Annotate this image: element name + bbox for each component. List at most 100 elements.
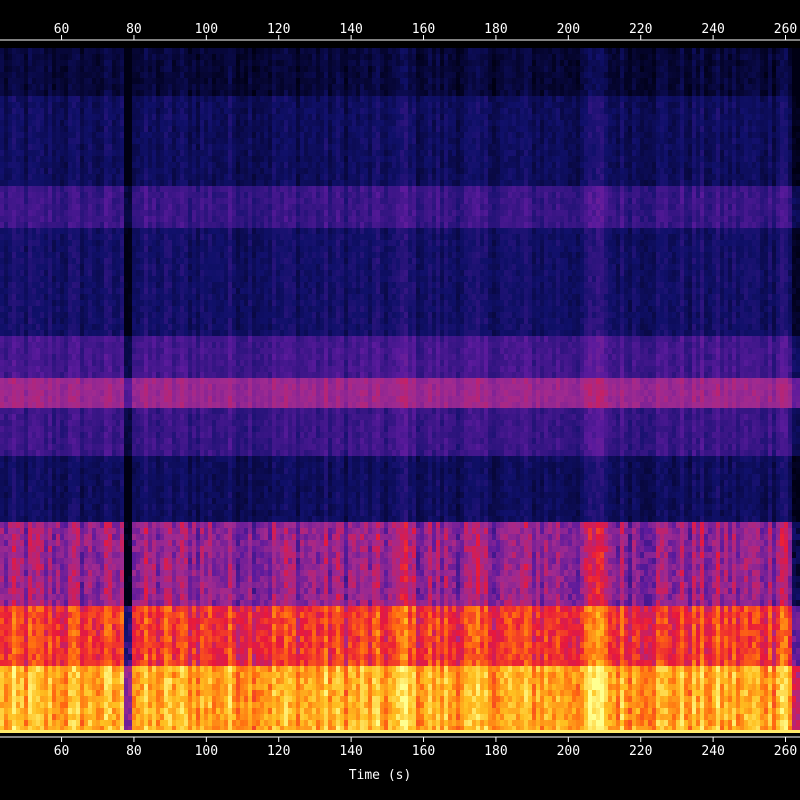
heatmap-cell bbox=[172, 150, 177, 157]
heatmap-cell bbox=[756, 186, 761, 193]
heatmap-cell bbox=[204, 162, 209, 169]
heatmap-cell bbox=[548, 120, 553, 127]
heatmap-cell bbox=[20, 186, 25, 193]
heatmap-cell bbox=[152, 54, 157, 61]
heatmap-cell bbox=[592, 84, 597, 91]
heatmap-cell bbox=[88, 54, 93, 61]
heatmap-cell bbox=[272, 48, 277, 55]
heatmap-cell bbox=[572, 132, 577, 139]
heatmap-cell bbox=[36, 162, 41, 169]
heatmap-cell bbox=[496, 120, 501, 127]
heatmap-cell bbox=[608, 90, 613, 97]
heatmap-cell bbox=[560, 114, 565, 121]
heatmap-cell bbox=[652, 138, 657, 145]
heatmap-cell bbox=[140, 60, 145, 67]
heatmap-cell bbox=[404, 102, 409, 109]
heatmap-cell bbox=[328, 126, 333, 133]
heatmap-cell bbox=[408, 60, 413, 67]
heatmap-cell bbox=[240, 180, 245, 187]
heatmap-cell bbox=[140, 48, 145, 55]
heatmap-cell bbox=[372, 120, 377, 127]
heatmap-cell bbox=[344, 126, 349, 133]
heatmap-cell bbox=[440, 90, 445, 97]
heatmap-cell bbox=[508, 78, 513, 85]
heatmap-cell bbox=[164, 168, 169, 175]
heatmap-cell bbox=[220, 156, 225, 163]
heatmap-cell bbox=[576, 114, 581, 121]
heatmap-cell bbox=[316, 120, 321, 127]
heatmap-cell bbox=[12, 132, 17, 139]
heatmap-cell bbox=[788, 84, 793, 91]
heatmap-cell bbox=[592, 144, 597, 151]
heatmap-cell bbox=[12, 126, 17, 133]
heatmap-cell bbox=[748, 180, 753, 187]
heatmap-cell bbox=[48, 102, 53, 109]
heatmap-cell bbox=[344, 78, 349, 85]
heatmap-cell bbox=[524, 186, 529, 193]
heatmap-cell bbox=[592, 192, 597, 199]
heatmap-cell bbox=[300, 126, 305, 133]
heatmap-cell bbox=[0, 120, 5, 127]
heatmap-cell bbox=[100, 156, 105, 163]
heatmap-cell bbox=[600, 48, 605, 55]
heatmap-cell bbox=[484, 180, 489, 187]
heatmap-cell bbox=[760, 138, 765, 145]
heatmap-cell bbox=[276, 156, 281, 163]
heatmap-cell bbox=[352, 108, 357, 115]
heatmap-cell bbox=[200, 144, 205, 151]
heatmap-cell bbox=[24, 78, 29, 85]
heatmap-cell bbox=[540, 120, 545, 127]
heatmap-cell bbox=[776, 150, 781, 157]
heatmap-cell bbox=[248, 126, 253, 133]
heatmap-cell bbox=[340, 192, 345, 199]
heatmap-cell bbox=[260, 156, 265, 163]
heatmap-cell bbox=[788, 54, 793, 61]
heatmap-cell bbox=[756, 96, 761, 103]
heatmap-cell bbox=[32, 192, 37, 199]
heatmap-cell bbox=[732, 150, 737, 157]
heatmap-cell bbox=[604, 138, 609, 145]
heatmap-cell bbox=[140, 78, 145, 85]
heatmap-cell bbox=[84, 126, 89, 133]
heatmap-cell bbox=[652, 114, 657, 121]
heatmap-cell bbox=[588, 156, 593, 163]
heatmap-cell bbox=[776, 168, 781, 175]
heatmap-cell bbox=[672, 126, 677, 133]
heatmap-cell bbox=[784, 96, 789, 103]
heatmap-cell bbox=[324, 120, 329, 127]
heatmap-cell bbox=[224, 54, 229, 61]
heatmap-cell bbox=[668, 174, 673, 181]
heatmap-cell bbox=[652, 72, 657, 79]
heatmap-cell bbox=[484, 156, 489, 163]
heatmap-cell bbox=[688, 84, 693, 91]
heatmap-cell bbox=[12, 78, 17, 85]
heatmap-cell bbox=[684, 126, 689, 133]
heatmap-cell bbox=[688, 156, 693, 163]
heatmap-cell bbox=[452, 60, 457, 67]
heatmap-cell bbox=[416, 84, 421, 91]
heatmap-cell bbox=[116, 174, 121, 181]
heatmap-cell bbox=[460, 48, 465, 55]
heatmap-cell bbox=[576, 96, 581, 103]
heatmap-cell bbox=[84, 96, 89, 103]
heatmap-cell bbox=[196, 60, 201, 67]
heatmap-cell bbox=[28, 168, 33, 175]
heatmap-cell bbox=[280, 168, 285, 175]
heatmap-cell bbox=[524, 60, 529, 67]
heatmap-cell bbox=[212, 120, 217, 127]
heatmap-cell bbox=[688, 78, 693, 85]
heatmap-cell bbox=[676, 60, 681, 67]
heatmap-cell bbox=[72, 126, 77, 133]
heatmap-cell bbox=[284, 192, 289, 199]
heatmap-cell bbox=[256, 132, 261, 139]
heatmap-cell bbox=[340, 156, 345, 163]
heatmap-cell bbox=[768, 162, 773, 169]
heatmap-cell bbox=[12, 156, 17, 163]
heatmap-cell bbox=[196, 180, 201, 187]
heatmap-cell bbox=[668, 114, 673, 121]
heatmap-cell bbox=[652, 60, 657, 67]
heatmap-cell bbox=[732, 174, 737, 181]
heatmap-cell bbox=[356, 54, 361, 61]
heatmap-cell bbox=[268, 156, 273, 163]
heatmap-cell bbox=[64, 96, 69, 103]
